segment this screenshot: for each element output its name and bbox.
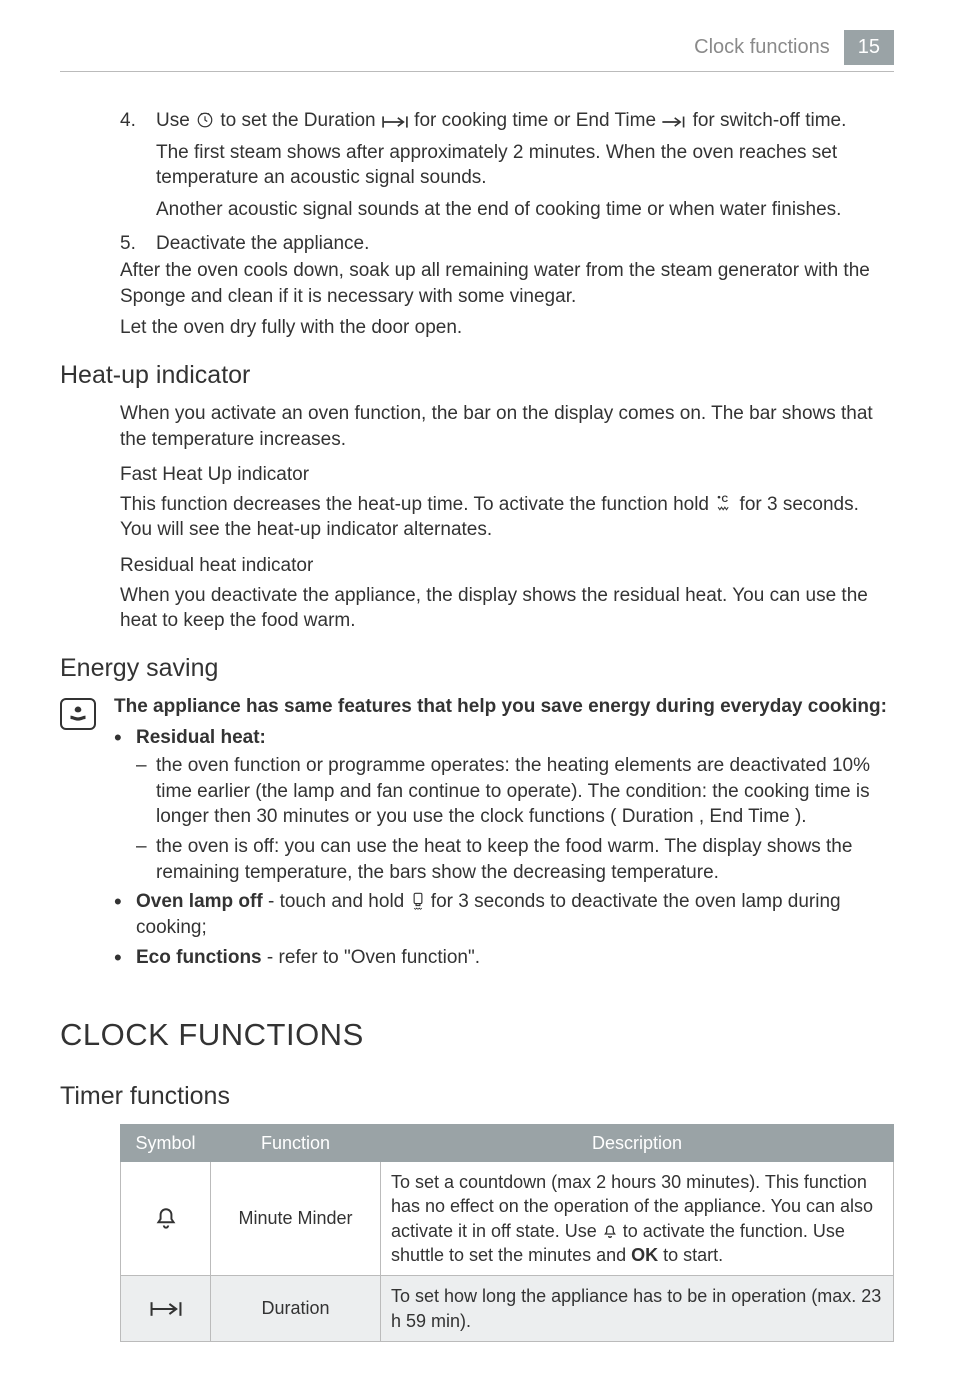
eco-note-icon bbox=[60, 698, 96, 730]
step-4-number: 4. bbox=[120, 108, 142, 229]
cell-symbol-minute-minder bbox=[121, 1162, 211, 1276]
cell-symbol-duration bbox=[121, 1276, 211, 1342]
step-4: 4. Use to set the Duration for cooking t… bbox=[120, 108, 894, 229]
cell-desc-duration: To set how long the appliance has to be … bbox=[381, 1276, 894, 1342]
energy-bullets: Residual heat: the oven function or prog… bbox=[114, 725, 894, 970]
end-time-icon bbox=[661, 115, 687, 129]
cell-function-minute-minder: Minute Minder bbox=[211, 1162, 381, 1276]
step-5-number: 5. bbox=[120, 231, 142, 257]
th-function: Function bbox=[211, 1124, 381, 1161]
degrees-c-icon: C bbox=[714, 493, 734, 513]
page-number: 15 bbox=[844, 30, 894, 65]
residual-dash-2: the oven is off: you can use the heat to… bbox=[136, 834, 894, 885]
page-header: Clock functions 15 bbox=[60, 30, 894, 72]
page: Clock functions 15 4. Use to set the Dur… bbox=[0, 0, 954, 1382]
residual-dash-1: the oven function or programme operates:… bbox=[136, 753, 894, 830]
cell-function-duration: Duration bbox=[211, 1276, 381, 1342]
after-para-2: Let the oven dry fully with the door ope… bbox=[120, 315, 894, 341]
plant-hands-icon bbox=[67, 704, 89, 724]
step-5-body: Deactivate the appliance. bbox=[156, 231, 894, 257]
energy-note-body: The appliance has same features that hel… bbox=[114, 694, 894, 974]
duration-icon bbox=[381, 115, 409, 129]
header-title: Clock functions bbox=[694, 34, 830, 61]
svg-text:C: C bbox=[722, 494, 729, 504]
th-symbol: Symbol bbox=[121, 1124, 211, 1161]
residual-heat-sublist: the oven function or programme operates:… bbox=[136, 753, 894, 885]
energy-saving-heading: Energy saving bbox=[60, 652, 894, 686]
bullet-oven-lamp-off: Oven lamp off - touch and hold for 3 sec… bbox=[114, 889, 894, 940]
table-row: Duration To set how long the appliance h… bbox=[121, 1276, 894, 1342]
fast-heat-subhead: Fast Heat Up indicator bbox=[120, 462, 894, 488]
bell-icon-inline bbox=[602, 1224, 618, 1240]
heat-up-p1: When you activate an oven function, the … bbox=[120, 401, 894, 452]
after-para-1: After the oven cools down, soak up all r… bbox=[120, 258, 894, 309]
step-4-body: Use to set the Duration for cooking time… bbox=[156, 108, 894, 229]
step-5: 5. Deactivate the appliance. bbox=[120, 231, 894, 257]
bell-icon bbox=[153, 1206, 179, 1232]
clock-settings-icon bbox=[195, 111, 215, 129]
duration-icon bbox=[149, 1300, 183, 1318]
table-header-row: Symbol Function Description bbox=[121, 1124, 894, 1161]
lamp-icon bbox=[410, 892, 426, 910]
energy-intro: The appliance has same features that hel… bbox=[114, 694, 894, 720]
clock-functions-heading: CLOCK FUNCTIONS bbox=[60, 1014, 894, 1056]
heat-up-p3: When you deactivate the appliance, the d… bbox=[120, 583, 894, 634]
table-row: Minute Minder To set a countdown (max 2 … bbox=[121, 1162, 894, 1276]
timer-functions-heading: Timer functions bbox=[60, 1080, 894, 1114]
step-4-para1: The first steam shows after approximatel… bbox=[156, 140, 894, 191]
heat-up-p2: This function decreases the heat-up time… bbox=[120, 492, 894, 543]
residual-heat-subhead: Residual heat indicator bbox=[120, 553, 894, 579]
cell-desc-minute-minder: To set a countdown (max 2 hours 30 minut… bbox=[381, 1162, 894, 1276]
heat-up-heading: Heat-up indicator bbox=[60, 359, 894, 393]
bullet-residual-heat: Residual heat: the oven function or prog… bbox=[114, 725, 894, 885]
th-description: Description bbox=[381, 1124, 894, 1161]
page-content: 4. Use to set the Duration for cooking t… bbox=[60, 108, 894, 1342]
bullet-eco-functions: Eco functions - refer to "Oven function"… bbox=[114, 945, 894, 971]
energy-note: The appliance has same features that hel… bbox=[60, 694, 894, 974]
step-4-para2: Another acoustic signal sounds at the en… bbox=[156, 197, 894, 223]
step-4-line1: Use to set the Duration for cooking time… bbox=[156, 108, 894, 134]
timer-functions-table: Symbol Function Description Minute Minde… bbox=[120, 1124, 894, 1342]
